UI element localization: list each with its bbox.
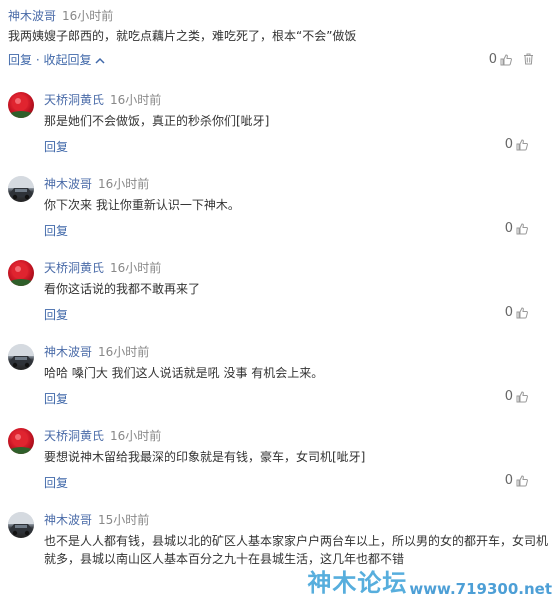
reply-meta: 神木波哥 16小时前: [44, 176, 149, 192]
reply-button[interactable]: 回复: [44, 138, 68, 155]
reply-text: 哈哈 嗓门大 我们这人说话就是吼 没事 有机会上来。: [44, 366, 324, 380]
avatar[interactable]: [8, 428, 34, 454]
collapse-replies-button[interactable]: 收起回复: [43, 53, 91, 67]
reply-text: 你下次来 我让你重新认识一下神木。: [44, 198, 240, 212]
reply-time: 16小时前: [110, 261, 162, 275]
thumbs-up-icon[interactable]: [516, 306, 528, 319]
reply-text: 要想说神木留给我最深的印象就是有钱，豪车，女司机[呲牙]: [44, 450, 366, 464]
like-count: 0: [488, 52, 497, 67]
reply-button[interactable]: 回复: [8, 53, 32, 67]
avatar[interactable]: [8, 92, 34, 118]
like-button[interactable]: 0: [505, 137, 528, 152]
watermark-logo: 神木论坛: [307, 569, 408, 597]
site-watermark: 神木论坛 www.719300.net: [307, 563, 552, 598]
reply-button[interactable]: 回复: [44, 474, 68, 491]
reply-text: 看你这话说的我都不敢再来了: [44, 282, 201, 296]
avatar[interactable]: [8, 344, 34, 370]
author-name[interactable]: 神木波哥: [44, 345, 92, 359]
watermark-url: www.719300.net: [409, 580, 552, 598]
avatar[interactable]: [8, 512, 34, 538]
reply-meta: 神木波哥 15小时前: [44, 512, 149, 528]
reply-meta: 神木波哥 16小时前: [44, 344, 149, 360]
comment-actions: 回复 · 收起回复: [8, 52, 105, 68]
top-comment: 神木波哥 16小时前 我两姨嫂子郎西的，就吃点藕片之类，难吃死了，根本“不会”做饭…: [0, 0, 556, 80]
thumbs-up-icon[interactable]: [500, 53, 512, 66]
like-count: 0: [504, 137, 513, 152]
like-count: 0: [504, 221, 513, 236]
thumbs-up-icon[interactable]: [516, 474, 528, 487]
reply-time: 16小时前: [98, 177, 150, 191]
like-button[interactable]: 0: [505, 305, 528, 320]
reply-item: 神木波哥 16小时前 你下次来 我让你重新认识一下神木。 回复 0: [0, 168, 556, 252]
reply-text: 那是她们不会做饭，真正的秒杀你们[呲牙]: [44, 114, 270, 128]
like-count: 0: [504, 389, 513, 404]
comment-thread: 神木波哥 16小时前 我两姨嫂子郎西的，就吃点藕片之类，难吃死了，根本“不会”做饭…: [0, 0, 556, 600]
author-name[interactable]: 天桥洞黄氏: [44, 261, 104, 275]
thumbs-up-icon[interactable]: [516, 390, 528, 403]
reply-item: 天桥洞黄氏 16小时前 看你这话说的我都不敢再来了 回复 0: [0, 252, 556, 336]
chevron-up-icon[interactable]: [95, 57, 105, 65]
reply-time: 16小时前: [110, 429, 162, 443]
like-button[interactable]: 0: [505, 221, 528, 236]
author-name[interactable]: 神木波哥: [44, 177, 92, 191]
reply-meta: 天桥洞黄氏 16小时前: [44, 260, 161, 276]
reply-button[interactable]: 回复: [44, 390, 68, 407]
like-button[interactable]: 0: [505, 389, 528, 404]
author-name[interactable]: 神木波哥: [44, 513, 92, 527]
reply-meta: 天桥洞黄氏 16小时前: [44, 92, 161, 108]
reply-time: 15小时前: [98, 513, 150, 527]
reply-time: 16小时前: [98, 345, 150, 359]
reply-button[interactable]: 回复: [44, 222, 68, 239]
like-button[interactable]: 0: [505, 473, 528, 488]
author-name[interactable]: 天桥洞黄氏: [44, 93, 104, 107]
comment-time: 16小时前: [62, 9, 114, 23]
reply-time: 16小时前: [110, 93, 162, 107]
reply-meta: 天桥洞黄氏 16小时前: [44, 428, 161, 444]
comment-text: 我两姨嫂子郎西的，就吃点藕片之类，难吃死了，根本“不会”做饭: [8, 29, 357, 43]
thumbs-up-icon[interactable]: [516, 222, 528, 235]
like-button[interactable]: 0: [489, 52, 512, 67]
avatar[interactable]: [8, 260, 34, 286]
author-name[interactable]: 神木波哥: [8, 9, 56, 23]
reply-item: 天桥洞黄氏 16小时前 那是她们不会做饭，真正的秒杀你们[呲牙] 回复 0: [0, 84, 556, 168]
comment-meta: 神木波哥 16小时前: [8, 8, 113, 24]
like-count: 0: [504, 305, 513, 320]
avatar[interactable]: [8, 176, 34, 202]
like-count: 0: [504, 473, 513, 488]
trash-icon[interactable]: [523, 53, 534, 65]
reply-item: 神木波哥 16小时前 哈哈 嗓门大 我们这人说话就是吼 没事 有机会上来。 回复 …: [0, 336, 556, 420]
reply-button[interactable]: 回复: [44, 306, 68, 323]
reply-item: 天桥洞黄氏 16小时前 要想说神木留给我最深的印象就是有钱，豪车，女司机[呲牙] …: [0, 420, 556, 504]
thumbs-up-icon[interactable]: [516, 138, 528, 151]
author-name[interactable]: 天桥洞黄氏: [44, 429, 104, 443]
